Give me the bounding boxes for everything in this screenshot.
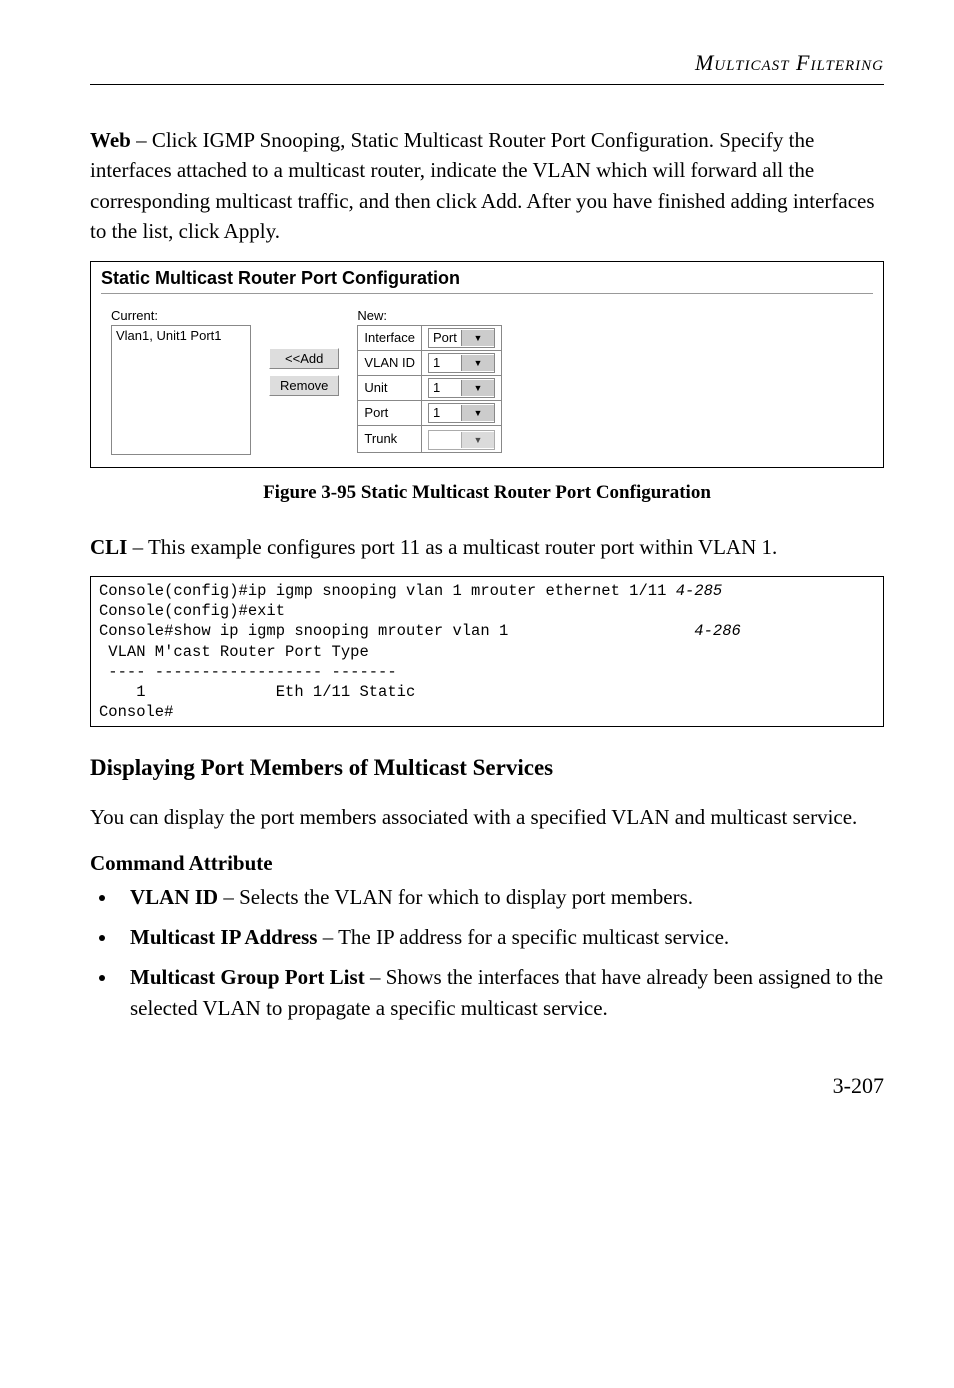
add-button[interactable]: <<Add <box>269 348 339 369</box>
vlanid-select[interactable]: 1 ▼ <box>428 353 495 373</box>
vlanid-select-value: 1 <box>429 355 461 370</box>
chevron-down-icon: ▼ <box>461 432 494 448</box>
bullet-text: – Selects the VLAN for which to display … <box>218 885 693 909</box>
section-paragraph: You can display the port members associa… <box>90 802 884 832</box>
code-line-6: 1 Eth 1/11 Static <box>99 683 415 701</box>
chevron-down-icon: ▼ <box>461 330 494 346</box>
interface-select[interactable]: Port ▼ <box>428 328 495 348</box>
bullet-term: Multicast IP Address <box>130 925 317 949</box>
chevron-down-icon: ▼ <box>461 355 494 371</box>
cli-intro-text: – This example configures port 11 as a m… <box>127 535 777 559</box>
current-listbox[interactable]: Vlan1, Unit1 Port1 <box>111 325 251 455</box>
running-header: Multicast Filtering <box>90 50 884 76</box>
intro-bold-web: Web <box>90 128 131 152</box>
cli-intro-paragraph: CLI – This example configures port 11 as… <box>90 532 884 562</box>
port-label-cell: Port <box>358 400 422 425</box>
code-line-4: VLAN M'cast Router Port Type <box>99 643 369 661</box>
port-select[interactable]: 1 ▼ <box>428 403 495 423</box>
chevron-down-icon: ▼ <box>461 380 494 396</box>
code-line-5: ---- ------------------ ------- <box>99 663 397 681</box>
cli-bold: CLI <box>90 535 127 559</box>
current-list-item[interactable]: Vlan1, Unit1 Port1 <box>116 328 246 343</box>
code-ref-2: 4-286 <box>694 622 741 640</box>
header-rule <box>90 84 884 85</box>
intro-text: – Click IGMP Snooping, Static Multicast … <box>90 128 875 243</box>
code-line-1a: Console(config)#ip igmp snooping vlan 1 … <box>99 582 676 600</box>
screenshot-title: Static Multicast Router Port Configurati… <box>101 268 873 289</box>
screenshot-divider <box>101 293 873 294</box>
section-heading: Displaying Port Members of Multicast Ser… <box>90 755 884 781</box>
chevron-down-icon: ▼ <box>461 405 494 421</box>
trunk-value-cell: ▼ <box>422 425 502 452</box>
list-item: Multicast Group Port List – Shows the in… <box>118 962 884 1023</box>
intro-paragraph: Web – Click IGMP Snooping, Static Multic… <box>90 125 884 247</box>
list-item: VLAN ID – Selects the VLAN for which to … <box>118 882 884 912</box>
trunk-select[interactable]: ▼ <box>428 430 495 450</box>
unit-label-cell: Unit <box>358 375 422 400</box>
code-line-2: Console(config)#exit <box>99 602 285 620</box>
cli-output-block: Console(config)#ip igmp snooping vlan 1 … <box>90 576 884 727</box>
list-item: Multicast IP Address – The IP address fo… <box>118 922 884 952</box>
interface-select-value: Port <box>429 330 461 345</box>
unit-select-value: 1 <box>429 380 461 395</box>
code-line-3a: Console#show ip igmp snooping mrouter vl… <box>99 622 694 640</box>
figure-caption: Figure 3-95 Static Multicast Router Port… <box>90 482 884 504</box>
code-line-7: Console# <box>99 703 173 721</box>
config-screenshot: Static Multicast Router Port Configurati… <box>90 261 884 468</box>
port-select-value: 1 <box>429 405 461 420</box>
unit-select[interactable]: 1 ▼ <box>428 378 495 398</box>
port-value-cell: 1 ▼ <box>422 400 502 425</box>
vlanid-value-cell: 1 ▼ <box>422 350 502 375</box>
new-label: New: <box>357 308 502 323</box>
unit-value-cell: 1 ▼ <box>422 375 502 400</box>
interface-label-cell: Interface <box>358 325 422 350</box>
command-attribute-heading: Command Attribute <box>90 851 884 876</box>
bullet-term: Multicast Group Port List <box>130 965 365 989</box>
current-label: Current: <box>111 308 251 323</box>
remove-button[interactable]: Remove <box>269 375 339 396</box>
new-settings-table: Interface Port ▼ VLAN ID 1 <box>357 325 502 453</box>
interface-value-cell: Port ▼ <box>422 325 502 350</box>
bullet-term: VLAN ID <box>130 885 218 909</box>
bullet-text: – The IP address for a specific multicas… <box>317 925 729 949</box>
trunk-label-cell: Trunk <box>358 425 422 452</box>
code-ref-1: 4-285 <box>676 582 723 600</box>
vlanid-label-cell: VLAN ID <box>358 350 422 375</box>
page-number: 3-207 <box>90 1073 884 1099</box>
attribute-list: VLAN ID – Selects the VLAN for which to … <box>90 882 884 1024</box>
